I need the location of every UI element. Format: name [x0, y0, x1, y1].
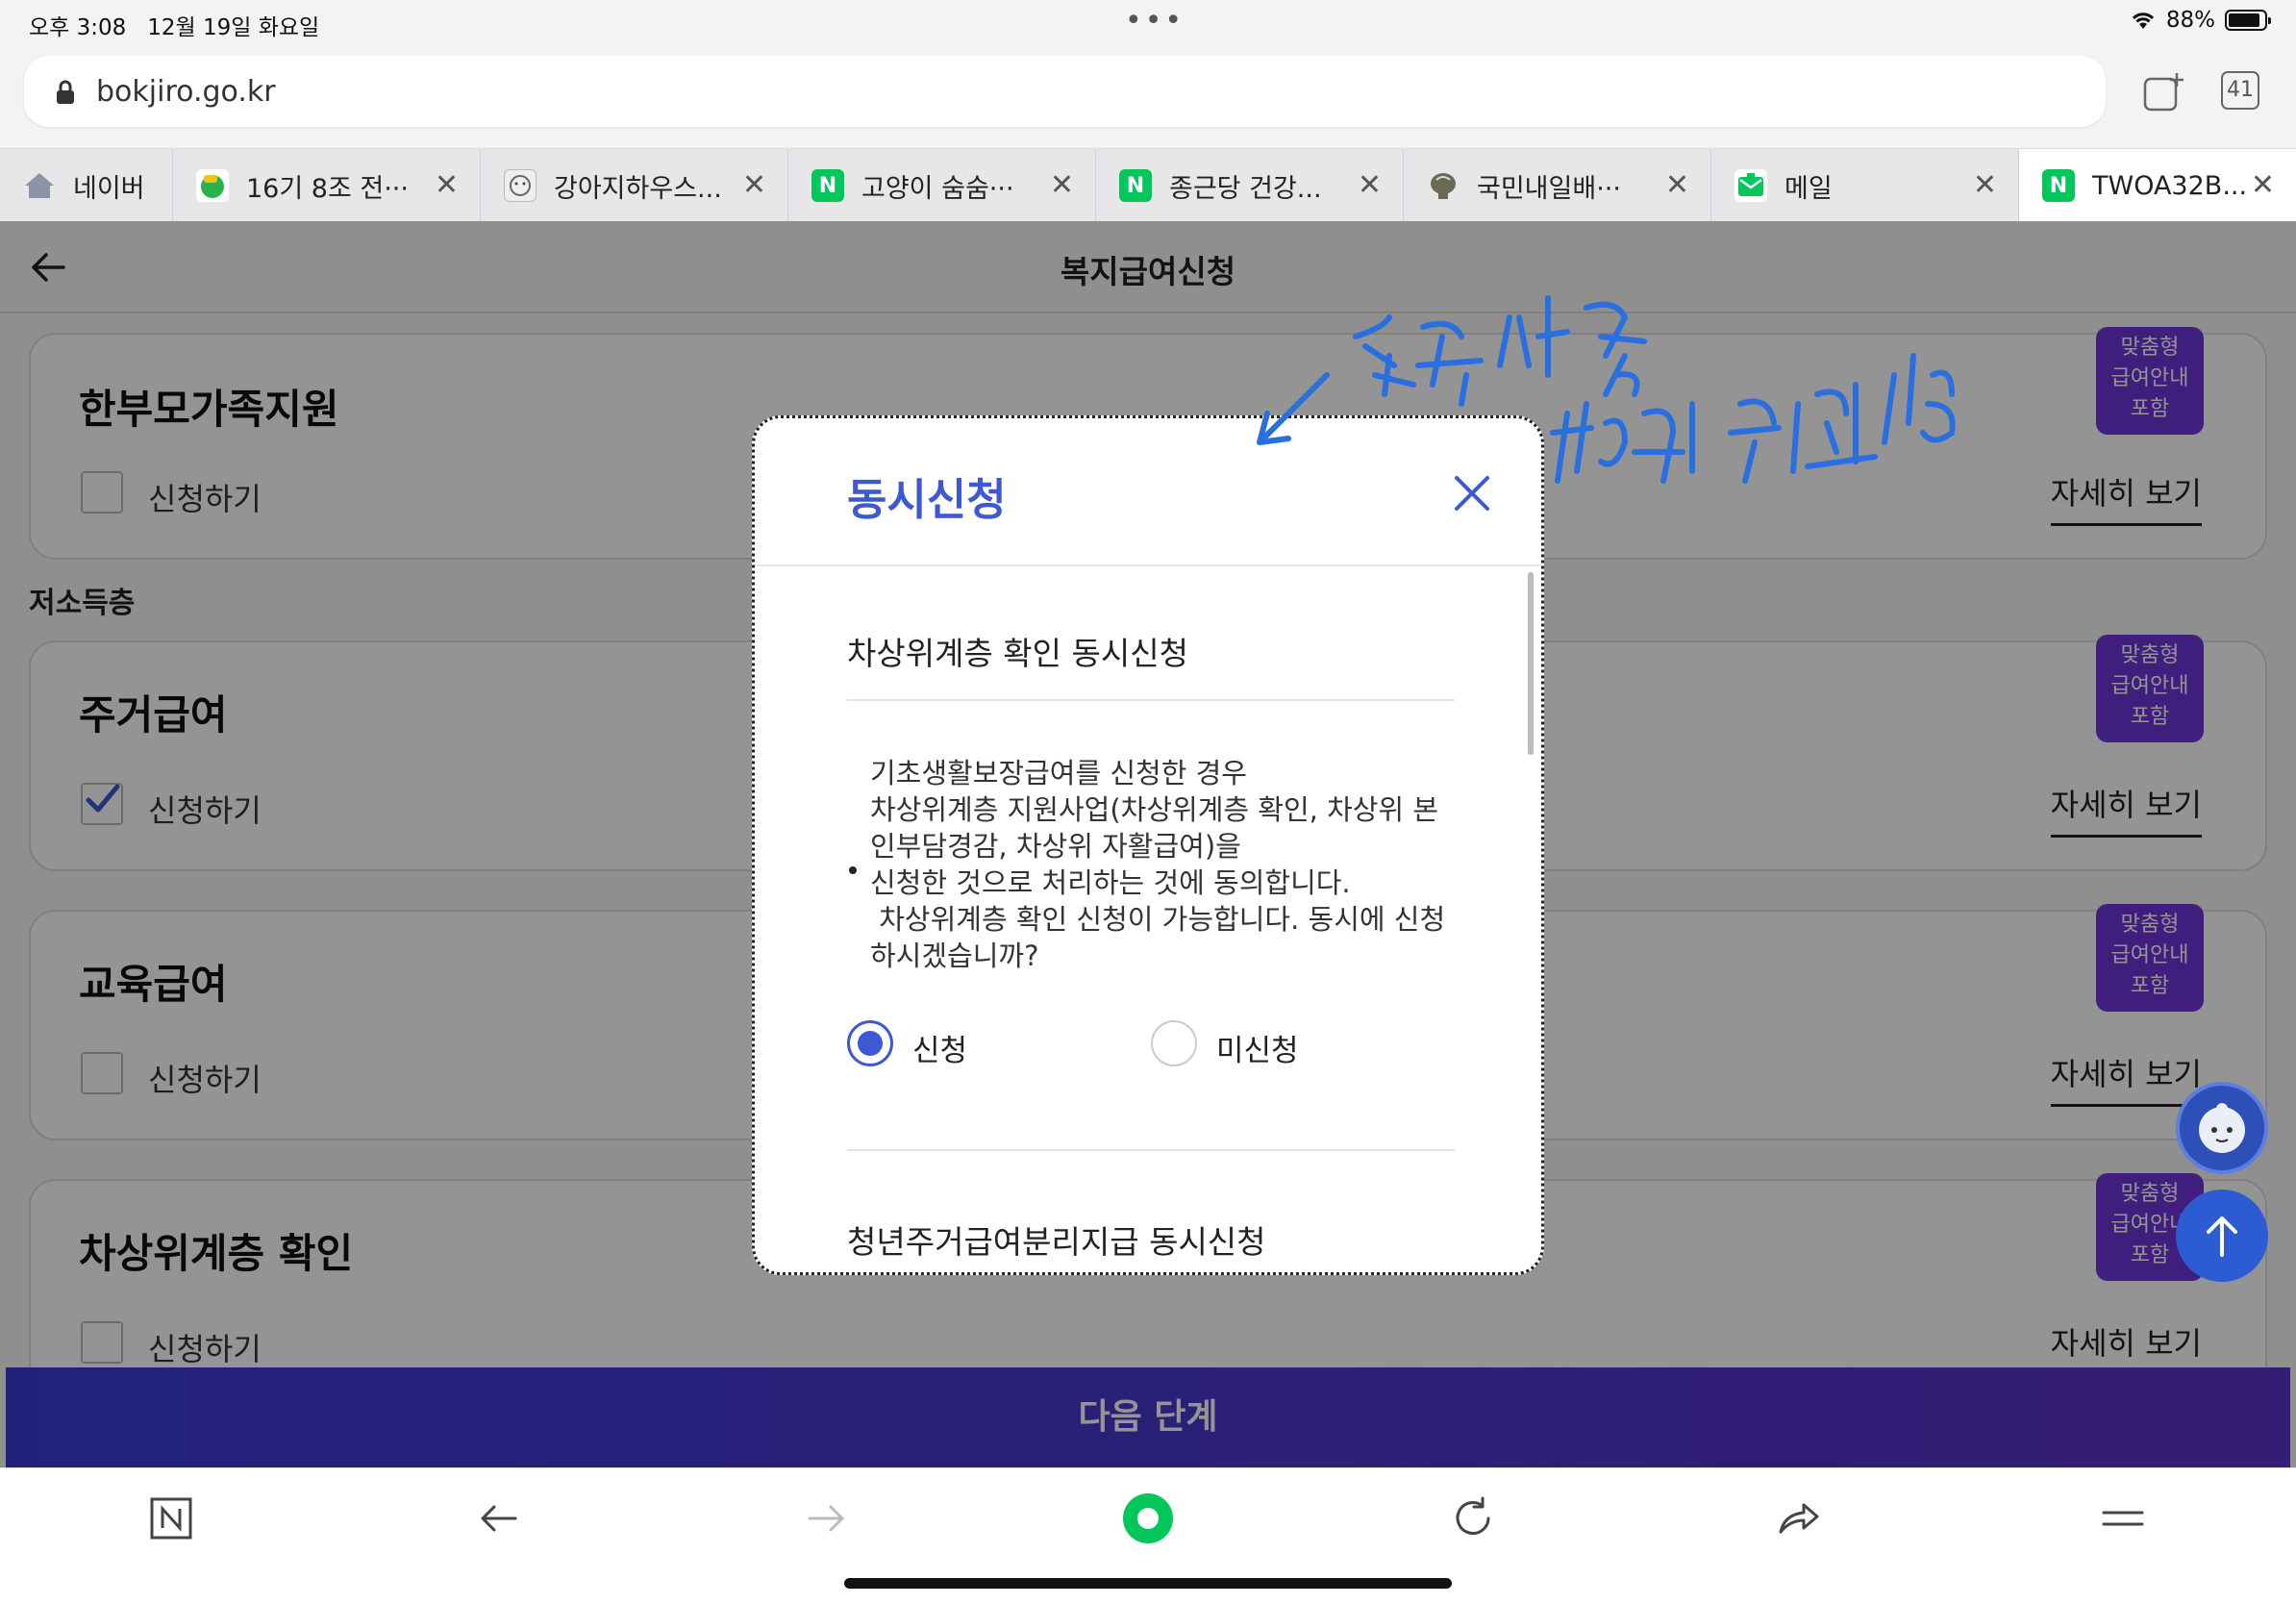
- battery-area: 88%: [2130, 8, 2271, 33]
- consent-line: 차상위계층 지원사업(차상위계층 확인, 차상위 본: [870, 793, 1439, 826]
- bullet: [849, 866, 857, 874]
- tab-title: 종근당 건강...: [1169, 173, 1322, 204]
- chatbot-face-icon: [2199, 1103, 2245, 1153]
- share-arrow-icon: [1779, 1503, 1819, 1534]
- scroll-top-button[interactable]: [2176, 1190, 2268, 1282]
- tab-4[interactable]: N 고양이 숨숨··· ✕: [788, 149, 1096, 222]
- tab-title: 국민내일배···: [1477, 173, 1621, 204]
- close-icon[interactable]: [1449, 470, 1495, 516]
- naver-n-icon: N: [2042, 169, 2075, 202]
- status-time: 오후 3:08 12월 19일 화요일: [29, 15, 320, 40]
- close-tab-icon[interactable]: ✕: [2251, 168, 2275, 202]
- naver-n-box-icon: [150, 1497, 192, 1540]
- modal-title: 동시신청: [847, 474, 1007, 525]
- radio-not-apply[interactable]: [1151, 1020, 1197, 1066]
- section-title: 차상위계층 확인 동시신청: [847, 635, 1188, 672]
- close-tab-icon[interactable]: ✕: [1050, 168, 1074, 202]
- multitasking-dots-icon[interactable]: •••: [1125, 4, 1185, 38]
- divider: [847, 1149, 1455, 1151]
- consent-line: 인부담경감, 차상위 자활급여)을: [870, 830, 1241, 863]
- wifi-icon: [2132, 13, 2154, 29]
- close-tab-icon[interactable]: ✕: [1358, 168, 1382, 202]
- browser-toolbar: bokjiro.go.kr 41: [0, 44, 2296, 148]
- close-tab-icon[interactable]: ✕: [435, 168, 459, 202]
- consent-text: 기초생활보장급여를 신청한 경우 차상위계층 지원사업(차상위계층 확인, 차상…: [870, 755, 1466, 974]
- address-bar[interactable]: bokjiro.go.kr: [24, 56, 2106, 127]
- naver-n-icon: N: [811, 169, 844, 202]
- dog-icon: [504, 169, 537, 202]
- share-button[interactable]: [1771, 1491, 1825, 1545]
- brain-icon: [1427, 169, 1460, 202]
- green-cup-icon: [196, 169, 229, 202]
- modal-scrollbar[interactable]: [1528, 572, 1534, 755]
- naver-n-icon: N: [1119, 169, 1152, 202]
- home-indicator[interactable]: [844, 1578, 1452, 1589]
- arrow-up-icon: [2207, 1216, 2237, 1257]
- radio-not-apply-label[interactable]: 미신청: [1216, 1026, 1299, 1069]
- tab-title: 16기 8조 전···: [246, 173, 409, 204]
- tab-count-button[interactable]: 41: [2221, 71, 2259, 110]
- hamburger-menu-icon: [2102, 1511, 2144, 1526]
- tab-8-active[interactable]: N TWOA32B... ✕: [2019, 149, 2296, 222]
- naver-home-button[interactable]: [144, 1491, 198, 1545]
- back-button[interactable]: [471, 1491, 525, 1545]
- close-tab-icon[interactable]: ✕: [742, 168, 766, 202]
- green-dot-icon: [1123, 1493, 1173, 1543]
- battery-percent: 88%: [2165, 8, 2215, 33]
- tab-2[interactable]: 16기 8조 전··· ✕: [173, 149, 481, 222]
- simultaneous-apply-modal: 동시신청 차상위계층 확인 동시신청 기초생활보장급여를 신청한 경우 차상위계…: [752, 415, 1544, 1275]
- tab-strip: 네이버 16기 8조 전··· ✕ 강아지하우스... ✕ N 고양이 숨숨··…: [0, 148, 2296, 222]
- tab-title: 네이버: [73, 173, 145, 204]
- consent-line: 하시겠습니까?: [870, 940, 1039, 972]
- radio-apply[interactable]: [847, 1020, 893, 1066]
- tab-5[interactable]: N 종근당 건강... ✕: [1096, 149, 1404, 222]
- battery-icon: [2225, 10, 2271, 31]
- tab-3[interactable]: 강아지하우스... ✕: [481, 149, 788, 222]
- tab-6[interactable]: 국민내일배··· ✕: [1404, 149, 1711, 222]
- forward-button[interactable]: [800, 1491, 854, 1545]
- close-tab-icon[interactable]: ✕: [1973, 168, 1997, 202]
- forward-arrow-icon: [808, 1505, 844, 1532]
- tab-title: TWOA32B...: [2092, 170, 2248, 201]
- new-tab-icon[interactable]: [2142, 71, 2184, 113]
- menu-button[interactable]: [2096, 1491, 2150, 1545]
- tab-title: 강아지하우스...: [554, 173, 722, 204]
- lock-icon: [57, 80, 74, 104]
- mail-icon: [1734, 169, 1767, 202]
- status-bar: 오후 3:08 12월 19일 화요일 ••• 88%: [0, 0, 2296, 44]
- refresh-button[interactable]: [1446, 1491, 1500, 1545]
- url-text: bokjiro.go.kr: [96, 75, 276, 109]
- section-title: 청년주거급여분리지급 동시신청: [847, 1223, 1266, 1261]
- refresh-icon: [1456, 1496, 1490, 1535]
- consent-line: 기초생활보장급여를 신청한 경우: [870, 757, 1247, 789]
- back-arrow-icon: [481, 1505, 517, 1532]
- tab-naver[interactable]: 네이버: [0, 149, 173, 222]
- modal-header: 동시신청: [755, 418, 1541, 566]
- green-dot-button[interactable]: [1121, 1491, 1175, 1545]
- tab-title: 메일: [1784, 173, 1833, 204]
- chatbot-button[interactable]: [2176, 1082, 2268, 1174]
- home-icon: [23, 169, 56, 202]
- consent-line: 차상위계층 확인 신청이 가능합니다. 동시에 신청: [870, 903, 1446, 936]
- divider: [847, 699, 1455, 701]
- tab-title: 고양이 숨숨···: [861, 173, 1014, 204]
- consent-line: 신청한 것으로 처리하는 것에 동의합니다.: [870, 866, 1351, 899]
- tab-7[interactable]: 메일 ✕: [1711, 149, 2019, 222]
- radio-apply-label[interactable]: 신청: [912, 1026, 967, 1069]
- close-tab-icon[interactable]: ✕: [1665, 168, 1689, 202]
